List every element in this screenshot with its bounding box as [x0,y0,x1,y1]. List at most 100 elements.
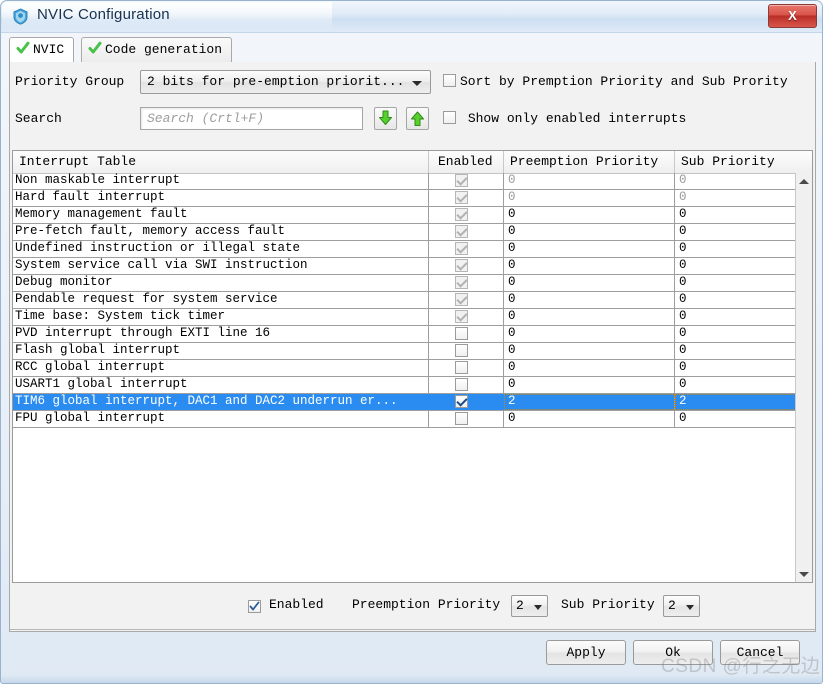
enabled-checkbox[interactable] [248,600,261,613]
tab-code-generation[interactable]: Code generation [81,37,233,62]
table-row[interactable]: FPU global interrupt 0 0 [13,411,812,428]
search-next-button[interactable] [374,107,397,130]
table-row[interactable]: Pre-fetch fault, memory access fault 0 0 [13,224,812,241]
column-header-preemption-priority[interactable]: Preemption Priority [504,151,675,173]
preemption-priority-select[interactable]: 2 [511,595,548,617]
cell-enabled-checkbox[interactable] [429,224,504,240]
cell-enabled-checkbox[interactable] [429,207,504,223]
cell-preemption-priority[interactable]: 0 [504,292,675,308]
cell-enabled-checkbox[interactable] [429,275,504,291]
table-row[interactable]: USART1 global interrupt 0 0 [13,377,812,394]
cell-preemption-priority[interactable]: 0 [504,190,675,206]
ok-button[interactable]: Ok [633,640,713,665]
table-row[interactable]: Pendable request for system service 0 0 [13,292,812,309]
tab-nvic[interactable]: NVIC [9,37,75,62]
cell-sub-priority[interactable]: 0 [675,258,812,274]
cell-preemption-priority[interactable]: 0 [504,207,675,223]
scroll-down-icon[interactable] [796,566,811,582]
sub-priority-select[interactable]: 2 [663,595,700,617]
cell-preemption-priority[interactable]: 0 [504,224,675,240]
cell-preemption-priority[interactable]: 0 [504,241,675,257]
cell-sub-priority[interactable]: 0 [675,275,812,291]
preemption-priority-value: 2 [516,598,524,613]
cell-sub-priority[interactable]: 0 [675,360,812,376]
table-vertical-scrollbar[interactable] [795,173,812,582]
search-input[interactable] [140,107,363,130]
checkbox-box [455,242,468,255]
cancel-button[interactable]: Cancel [720,640,800,665]
scroll-up-icon[interactable] [796,173,811,189]
cell-preemption-priority[interactable]: 0 [504,309,675,325]
cell-preemption-priority[interactable]: 0 [504,326,675,342]
checkbox-box [455,412,468,425]
sort-by-preemption-checkbox[interactable]: Sort by Premption Priority and Sub Prori… [443,74,788,89]
cell-enabled-checkbox[interactable] [429,326,504,342]
cell-sub-priority[interactable]: 0 [675,343,812,359]
cell-enabled-checkbox[interactable] [429,292,504,308]
apply-button[interactable]: Apply [546,640,626,665]
table-header: Interrupt Table Enabled Preemption Prior… [13,151,812,174]
cell-sub-priority[interactable]: 0 [675,190,812,206]
window-title: NVIC Configuration [37,6,170,23]
cell-interrupt-name: TIM6 global interrupt, DAC1 and DAC2 und… [13,394,429,410]
table-row[interactable]: System service call via SWI instruction 0… [13,258,812,275]
cell-enabled-checkbox[interactable] [429,173,504,189]
table-row[interactable]: PVD interrupt through EXTI line 16 0 0 [13,326,812,343]
search-label: Search [15,111,62,126]
selected-interrupt-editor: Enabled Preemption Priority 2 Sub Priori… [10,592,815,624]
cell-sub-priority[interactable]: 0 [675,292,812,308]
table-row[interactable]: Debug monitor 0 0 [13,275,812,292]
close-button[interactable]: X [768,4,817,28]
cell-sub-priority[interactable]: 0 [675,326,812,342]
table-row[interactable]: RCC global interrupt 0 0 [13,360,812,377]
search-prev-button[interactable] [406,107,429,130]
checkbox-box [455,378,468,391]
up-arrow-icon [411,111,424,126]
table-row[interactable]: Memory management fault 0 0 [13,207,812,224]
title-bar[interactable]: NVIC Configuration X [1,1,822,33]
cell-enabled-checkbox[interactable] [429,190,504,206]
cell-sub-priority[interactable]: 0 [675,411,812,427]
cell-enabled-checkbox[interactable] [429,394,504,410]
checkbox-box [455,259,468,272]
table-row[interactable]: TIM6 global interrupt, DAC1 and DAC2 und… [13,394,812,411]
cell-enabled-checkbox[interactable] [429,241,504,257]
editbar-separator [10,629,815,630]
cell-sub-priority[interactable]: 0 [675,173,812,189]
cell-sub-priority[interactable]: 0 [675,207,812,223]
cell-sub-priority[interactable]: 0 [675,309,812,325]
cell-sub-priority[interactable]: 0 [675,241,812,257]
cell-sub-priority[interactable]: 2 [675,394,812,410]
cell-enabled-checkbox[interactable] [429,360,504,376]
priority-group-select[interactable]: 2 bits for pre-emption priorit... [140,70,431,94]
show-only-enabled-checkbox[interactable]: Show only enabled interrupts [443,111,686,126]
nvic-configuration-dialog: NVIC Configuration X NVIC Code generatio… [0,0,823,684]
column-header-interrupt-table[interactable]: Interrupt Table [13,151,429,173]
cell-enabled-checkbox[interactable] [429,258,504,274]
table-row[interactable]: Undefined instruction or illegal state 0 0 [13,241,812,258]
cell-interrupt-name: RCC global interrupt [13,360,429,376]
cell-interrupt-name: PVD interrupt through EXTI line 16 [13,326,429,342]
cell-preemption-priority[interactable]: 0 [504,411,675,427]
cell-enabled-checkbox[interactable] [429,309,504,325]
cell-preemption-priority[interactable]: 0 [504,343,675,359]
cell-enabled-checkbox[interactable] [429,377,504,393]
cell-sub-priority[interactable]: 0 [675,377,812,393]
cell-preemption-priority[interactable]: 0 [504,258,675,274]
table-row[interactable]: Flash global interrupt 0 0 [13,343,812,360]
cell-preemption-priority[interactable]: 0 [504,377,675,393]
cell-sub-priority[interactable]: 0 [675,224,812,240]
cell-enabled-checkbox[interactable] [429,411,504,427]
table-row[interactable]: Hard fault interrupt 0 0 [13,190,812,207]
checkbox-box [455,174,468,187]
cell-preemption-priority[interactable]: 0 [504,360,675,376]
cell-preemption-priority[interactable]: 0 [504,275,675,291]
column-header-enabled[interactable]: Enabled [429,151,504,173]
cell-preemption-priority[interactable]: 0 [504,173,675,189]
table-row[interactable]: Non maskable interrupt 0 0 [13,173,812,190]
table-row[interactable]: Time base: System tick timer 0 0 [13,309,812,326]
column-header-sub-priority[interactable]: Sub Priority [675,151,812,173]
cell-preemption-priority[interactable]: 2 [504,394,675,410]
cell-enabled-checkbox[interactable] [429,343,504,359]
checkbox-box [455,344,468,357]
